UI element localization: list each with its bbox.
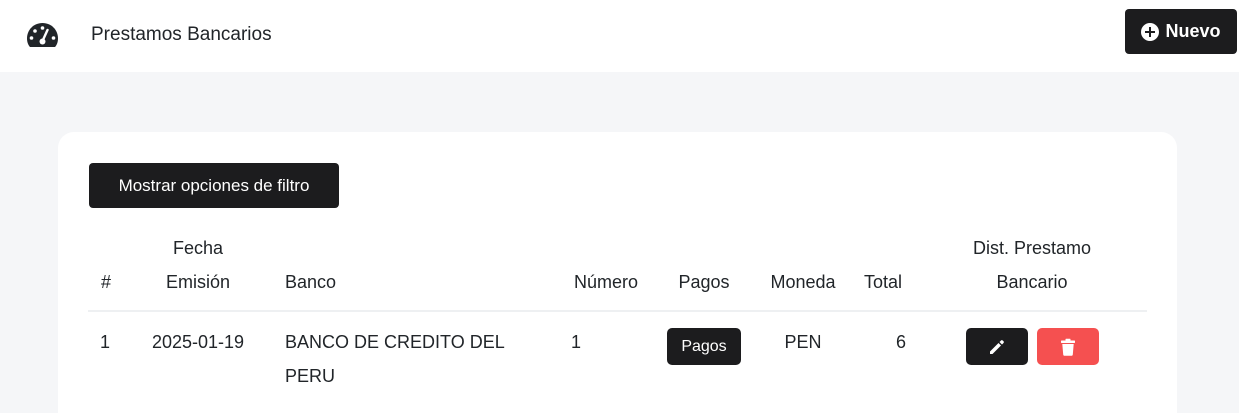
new-button-label: Nuevo	[1165, 21, 1221, 41]
column-header-numero: Número	[573, 272, 639, 292]
column-header-fecha-line2: Emisión	[165, 272, 231, 292]
edit-button[interactable]	[966, 328, 1028, 365]
column-header-pagos: Pagos	[678, 272, 730, 292]
column-header-index: #	[100, 272, 111, 292]
top-bar: Prestamos Bancarios Nuevo	[0, 0, 1239, 72]
cell-moneda: PEN	[784, 332, 822, 352]
plus-circle-icon	[1141, 22, 1160, 41]
column-header-dist-line2: Bancario	[996, 272, 1068, 292]
show-filter-options-label: Mostrar opciones de filtro	[118, 175, 310, 195]
delete-button[interactable]	[1037, 328, 1099, 365]
new-button[interactable]: Nuevo	[1125, 9, 1237, 54]
loans-card: Mostrar opciones de filtro # Fecha Emisi…	[58, 132, 1177, 413]
page-title: Prestamos Bancarios	[91, 24, 272, 45]
dashboard-gauge-icon	[27, 23, 58, 47]
table-header-divider	[88, 310, 1147, 312]
trash-icon	[1061, 338, 1075, 356]
column-header-moneda: Moneda	[770, 272, 836, 292]
column-header-dist-line1: Dist. Prestamo	[972, 238, 1092, 258]
cell-banco-line2: PERU	[285, 366, 336, 386]
cell-total: 6	[895, 332, 906, 352]
cell-fecha: 2025-01-19	[151, 332, 245, 352]
cell-numero: 1	[571, 332, 582, 352]
column-header-banco: Banco	[285, 272, 337, 292]
cell-banco-line1: BANCO DE CREDITO DEL	[285, 332, 505, 352]
show-filter-options-button[interactable]: Mostrar opciones de filtro	[89, 163, 339, 208]
pagos-button[interactable]: Pagos	[667, 328, 741, 365]
pagos-button-label: Pagos	[681, 337, 727, 355]
column-header-fecha-line1: Fecha	[172, 238, 224, 258]
pencil-icon	[990, 339, 1004, 354]
cell-index: 1	[100, 332, 111, 352]
column-header-total: Total	[863, 272, 903, 292]
